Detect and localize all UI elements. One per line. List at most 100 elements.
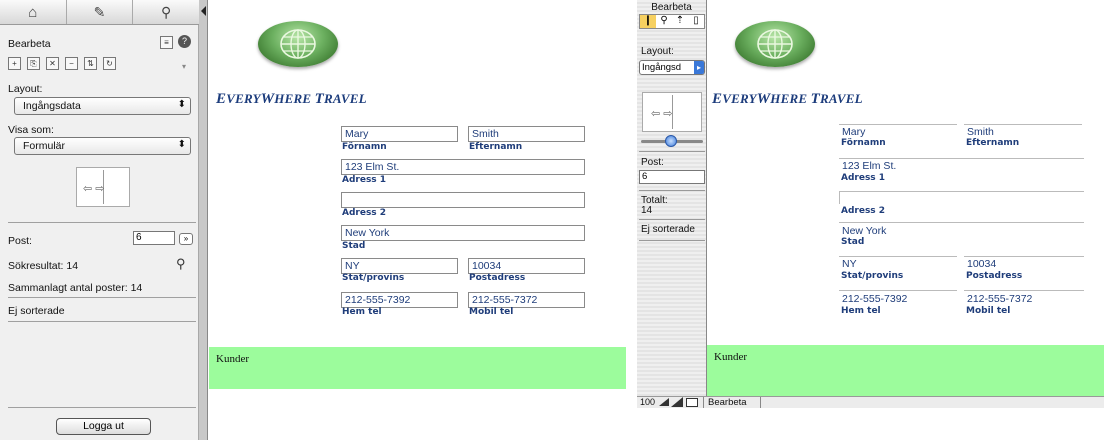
magnifier-icon[interactable]: ⚲ [176,256,186,272]
address1-field[interactable]: 123 Elm St. [841,160,896,172]
home-phone-label: Hem tel [342,307,382,317]
zip-label: Postadress [469,273,526,283]
mode-status-label: Bearbeta [708,397,747,408]
home-phone-field[interactable]: 212-555-7392 [341,292,458,308]
script-icon[interactable]: ≡ [160,36,173,49]
brand-title: EVERYWHERE TRAVEL [712,91,863,107]
last-name-field[interactable]: Smith [468,126,585,142]
city-label: Stad [342,241,366,251]
zoom-out-icon[interactable] [659,398,669,406]
view-as-label: Visa som: [8,124,54,136]
record-book-icon[interactable]: ⇦ ⇨ [76,167,130,207]
toggle-status-icon[interactable] [686,398,698,407]
find-tab[interactable]: ⚲ [133,0,199,24]
preview-mode-icon[interactable]: ▯ [688,15,704,28]
sort-status-label: Ej sorterade [641,224,695,235]
record-slider-thumb[interactable] [665,135,677,147]
address2-label: Adress 2 [841,206,886,216]
state-label: Stat/provins [342,273,405,283]
chevron-down-icon[interactable]: ▾ [182,62,186,71]
delete-record-icon[interactable]: ✕ [46,57,59,70]
first-name-field[interactable]: Mary [341,126,458,142]
first-name-field[interactable]: Mary [841,126,865,138]
status-area-right: Bearbeta ❙ ⚲ ⇡ ▯ Layout: Ingångsd ▸ ⇦ ⇨ … [637,0,707,408]
address2-label: Adress 2 [342,208,387,218]
zoom-in-icon[interactable] [671,397,683,407]
total-value: 14 [641,205,653,216]
state-field[interactable]: NY [841,258,857,270]
omit-record-icon[interactable]: − [65,57,78,70]
pencil-icon: ✎ [93,3,106,20]
address1-label: Adress 1 [841,173,886,183]
help-icon[interactable]: ? [178,35,191,48]
home-icon: ⌂ [28,3,38,21]
city-label: Stad [841,237,865,247]
address1-field[interactable]: 123 Elm St. [341,159,585,175]
layout-select[interactable]: Ingångsd ▸ [639,60,705,75]
globe-logo [258,21,338,67]
brand-title: EVERYWHERE TRAVEL [216,91,367,107]
record-number-input[interactable]: 6 [133,231,175,245]
layout-mode-icon[interactable]: ⇡ [672,15,688,28]
toolbar-splitter[interactable] [199,0,208,440]
last-name-field[interactable]: Smith [966,126,994,138]
chevron-right-icon: ▸ [694,61,704,74]
city-field[interactable]: New York [341,225,585,241]
last-name-label: Efternamn [469,142,523,152]
address2-field[interactable] [341,192,585,208]
mobile-phone-label: Mobil tel [966,306,1011,316]
collapse-arrow-icon [201,6,206,16]
sort-status-label: Ej sorterade [8,305,65,317]
layout-label: Layout: [8,83,43,95]
mobile-phone-field[interactable]: 212-555-7372 [966,293,1032,305]
state-field[interactable]: NY [341,258,458,274]
view-as-select-value: Formulär [23,140,66,152]
search-icon: ⚲ [161,3,172,20]
record-book-icon[interactable]: ⇦ ⇨ [642,92,702,132]
view-as-select[interactable]: Formulär ⬍ [14,137,191,155]
total-count-label: Sammanlagt antal poster: 14 [8,282,143,294]
duplicate-record-icon[interactable]: ⎘ [27,57,40,70]
zoom-level[interactable]: 100 [640,397,655,407]
updown-arrow-icon: ⬍ [177,99,186,110]
layout-select-value: Ingångsd [642,62,682,73]
status-toolbar-left: ⌂ ✎ ⚲ Bearbeta ≡ ? + ⎘ ✕ − ⇅ ↻ ▾ Layout:… [0,0,199,440]
zip-label: Postadress [966,271,1023,281]
new-record-icon[interactable]: + [8,57,21,70]
home-phone-field[interactable]: 212-555-7392 [841,293,907,305]
mobile-phone-field[interactable]: 212-555-7372 [468,292,585,308]
post-label: Post: [641,157,664,168]
replace-icon[interactable]: ↻ [103,57,116,70]
find-mode-icon[interactable]: ⚲ [656,15,672,28]
address2-field[interactable] [841,193,842,205]
toolbar-tabs: ⌂ ✎ ⚲ [0,0,199,25]
browse-mode-icon[interactable]: ❙ [640,15,656,28]
mobile-phone-label: Mobil tel [469,307,514,317]
globe-logo [735,21,815,67]
zip-field[interactable]: 10034 [468,258,585,274]
layout-label: Layout: [641,46,674,57]
sort-icon[interactable]: ⇅ [84,57,97,70]
zip-field[interactable]: 10034 [966,258,996,270]
go-record-button[interactable]: » [179,233,193,245]
post-label: Post: [8,235,32,247]
city-field[interactable]: New York [841,225,886,237]
address1-label: Adress 1 [342,175,387,185]
edit-tab[interactable]: ✎ [67,0,134,24]
home-phone-label: Hem tel [841,306,881,316]
first-name-label: Förnamn [342,142,387,152]
mode-label: Bearbeta [651,2,692,13]
first-name-label: Förnamn [841,138,886,148]
mode-label: Bearbeta [8,38,51,50]
logout-button[interactable]: Logga ut [56,418,151,435]
bottom-status-bar: 100 Bearbeta [637,396,1104,408]
mode-buttons: ❙ ⚲ ⇡ ▯ [639,14,705,29]
record-toolbar: + ⎘ ✕ − ⇅ ↻ [8,57,116,70]
updown-arrow-icon: ⬍ [177,139,186,150]
record-number-input[interactable]: 6 [639,170,705,184]
footer-table-name: Kunder [209,347,626,389]
home-tab[interactable]: ⌂ [0,0,67,24]
layout-select-value: Ingångsdata [23,100,81,112]
layout-select[interactable]: Ingångsdata ⬍ [14,97,191,115]
state-label: Stat/provins [841,271,904,281]
